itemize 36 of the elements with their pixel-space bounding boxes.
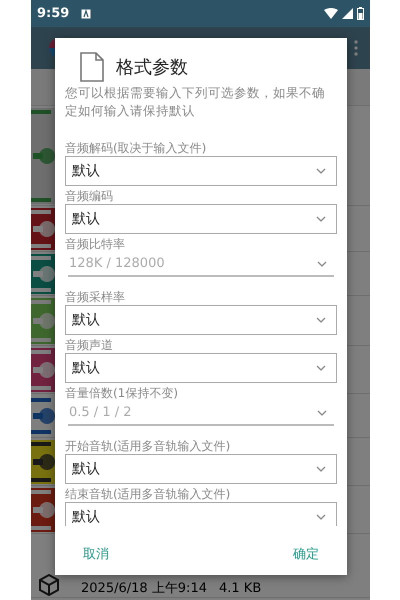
field-label: 音频编码	[65, 189, 114, 203]
chevron-down-icon	[316, 365, 326, 371]
field-label: 音频比特率	[65, 237, 126, 251]
dropdown[interactable]: 默认	[65, 502, 337, 526]
chevron-down-icon	[317, 410, 327, 416]
wifi-icon	[324, 8, 338, 19]
status-time: 9:59	[37, 6, 70, 21]
input-field[interactable]: 128K / 128000	[68, 251, 334, 277]
field-label: 结束音轨(适用多音轨输入文件)	[65, 487, 232, 501]
field-label: 音量倍数(1保持不变)	[65, 386, 179, 400]
dropdown[interactable]: 默认	[65, 204, 337, 234]
chevron-down-icon	[316, 514, 326, 520]
chevron-down-icon	[316, 317, 326, 323]
field-label: 音频采样率	[65, 290, 126, 304]
file-size: 4.1 KB	[218, 582, 262, 596]
battery-icon	[357, 7, 364, 20]
document-icon	[80, 52, 104, 82]
chevron-down-icon	[316, 466, 326, 472]
chevron-down-icon	[316, 168, 326, 174]
signal-icon	[342, 8, 353, 19]
file-date: 2025/6/18 上午9:14	[81, 582, 207, 596]
chevron-down-icon	[316, 216, 326, 222]
dropdown[interactable]: 默认	[65, 353, 337, 383]
input-field[interactable]: 0.5 / 1 / 2	[68, 400, 334, 426]
more-icon[interactable]	[354, 40, 358, 56]
dropdown[interactable]: 默认	[65, 305, 337, 335]
chevron-down-icon	[317, 261, 327, 267]
dialog-title: 格式参数	[116, 56, 188, 79]
dropdown[interactable]: 默认	[65, 156, 337, 186]
field-label: 音频声道	[65, 338, 114, 352]
dropdown[interactable]: 默认	[65, 454, 337, 484]
notification-icon	[81, 8, 92, 18]
dialog-description: 您可以根据需要输入下列可选参数，如果不确定如何输入请保持默认	[65, 84, 326, 120]
cube-icon	[39, 574, 59, 596]
field-label: 音频解码(取决于输入文件)	[65, 141, 208, 155]
field-label: 开始音轨(适用多音轨输入文件)	[65, 439, 232, 453]
